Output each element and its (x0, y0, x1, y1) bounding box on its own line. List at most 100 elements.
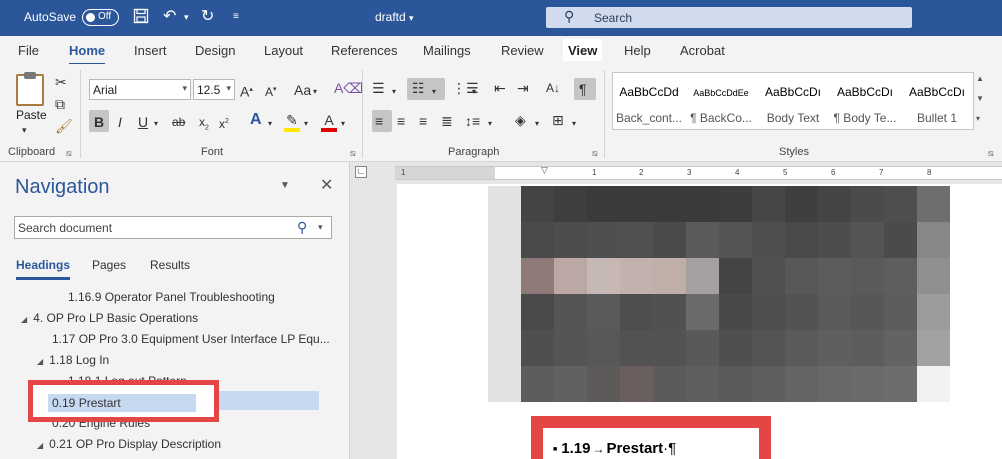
paste-icon[interactable] (16, 72, 44, 106)
style-body-te[interactable]: AaBbCcDı ¶ Body Te... (829, 73, 901, 129)
nav-search-input[interactable]: Search document ⚲ ▾ (14, 216, 332, 239)
save-icon[interactable] (133, 8, 149, 29)
styles-launcher-icon[interactable]: ⧅ (988, 148, 994, 159)
chevron-down-icon[interactable]: ▼ (280, 180, 290, 191)
undo-icon[interactable]: ↶ (163, 8, 176, 26)
underline-icon[interactable]: U (138, 114, 148, 130)
document-heading[interactable]: ■ 1.19 → Prestart·¶ (553, 440, 676, 457)
clear-formatting-icon[interactable]: A⌫ (334, 80, 363, 96)
font-color-icon[interactable]: A (321, 112, 337, 132)
tab-insert[interactable]: Insert (134, 43, 167, 58)
style-backco[interactable]: AaBbCcDdEe ¶ BackCo... (685, 73, 757, 129)
customize-quick-access-icon[interactable]: ≡ (233, 8, 239, 26)
mosaic-cell (917, 366, 950, 402)
chevron-down-icon[interactable]: ▾ (572, 116, 576, 132)
collapse-triangle-icon[interactable]: ◢ (21, 315, 27, 324)
style-body-text[interactable]: AaBbCcDı Body Text (757, 73, 829, 129)
chevron-down-icon[interactable]: ▾ (432, 84, 436, 100)
superscript-icon[interactable]: x2 (219, 114, 229, 132)
nav-heading-item[interactable]: ◢ 0.21 OP Pro Display Description (37, 437, 221, 451)
indent-marker-icon[interactable]: ▽ (541, 165, 548, 176)
decrease-indent-icon[interactable]: ⇤ (494, 80, 506, 96)
chevron-down-icon[interactable]: ▾ (154, 116, 158, 132)
tab-file[interactable]: File (18, 43, 39, 58)
chevron-down-icon[interactable]: ▾ (392, 84, 396, 100)
cut-icon[interactable]: ✂ (55, 74, 67, 90)
chevron-down-icon[interactable]: ▾ (313, 84, 317, 100)
paragraph-launcher-icon[interactable]: ⧅ (592, 148, 598, 159)
tab-references[interactable]: References (331, 43, 397, 58)
scroll-up-icon[interactable]: ▲ (976, 74, 984, 83)
paste-button-label[interactable]: Paste (16, 108, 47, 122)
align-left-icon[interactable]: ≡ (375, 113, 383, 129)
highlight-icon[interactable]: ✎ (284, 112, 300, 132)
chevron-down-icon[interactable]: ▾ (488, 116, 492, 132)
redo-icon[interactable]: ↻ (201, 8, 214, 26)
bullets-icon[interactable]: ☰ (372, 80, 385, 96)
copy-icon[interactable]: ⧉ (55, 96, 65, 112)
italic-icon[interactable]: I (118, 114, 122, 130)
shading-icon[interactable]: ◈ (515, 112, 526, 128)
sort-icon[interactable]: A↓ (546, 80, 560, 96)
text-effects-icon[interactable]: A (250, 112, 262, 128)
tab-view[interactable]: View (563, 39, 603, 61)
change-case-icon[interactable]: Aa (294, 82, 311, 98)
tab-acrobat[interactable]: Acrobat (680, 43, 725, 58)
font-name-box[interactable]: Arial ▾ (89, 79, 191, 100)
nav-heading-item[interactable]: ◢ 4. OP Pro LP Basic Operations (21, 311, 198, 325)
undo-dropdown-icon[interactable]: ▾ (184, 8, 189, 26)
chevron-down-icon[interactable]: ▾ (268, 116, 272, 132)
scroll-down-icon[interactable]: ▼ (976, 94, 984, 103)
line-spacing-icon[interactable]: ↕≡ (465, 113, 480, 129)
nav-tab-headings[interactable]: Headings (16, 258, 71, 280)
nav-heading-item[interactable]: 1.17 OP Pro 3.0 Equipment User Interface… (52, 332, 330, 346)
bold-icon[interactable]: B (94, 114, 104, 130)
nav-tab-pages[interactable]: Pages (92, 258, 126, 272)
search-icon[interactable]: ⚲ (297, 219, 307, 236)
style-bullet-1[interactable]: AaBbCcDı Bullet 1 (901, 73, 973, 129)
nav-heading-item[interactable]: ◢ 1.18 Log In (37, 353, 109, 367)
nav-heading-item[interactable]: 1.16.9 Operator Panel Troubleshooting (68, 290, 275, 304)
font-size-box[interactable]: 12.5 ▾ (193, 79, 235, 100)
document-title[interactable]: draftd ▾ (375, 10, 414, 24)
chevron-down-icon[interactable]: ▾ (304, 116, 308, 132)
justify-icon[interactable]: ≣ (441, 113, 453, 129)
tab-layout[interactable]: Layout (264, 43, 303, 58)
search-box[interactable]: ⚲ Search (546, 7, 912, 28)
chevron-down-icon[interactable]: ▾ (341, 116, 345, 132)
chevron-down-icon[interactable]: ▾ (472, 84, 476, 100)
subscript-icon[interactable]: x2 (199, 114, 209, 136)
tab-review[interactable]: Review (501, 43, 544, 58)
styles-scroll[interactable]: ▲ ▼ ▾ (976, 72, 990, 130)
tab-help[interactable]: Help (624, 43, 651, 58)
font-launcher-icon[interactable]: ⧅ (350, 148, 356, 159)
paste-dropdown-icon[interactable]: ▾ (22, 122, 27, 138)
increase-indent-icon[interactable]: ⇥ (517, 80, 529, 96)
shrink-font-icon[interactable]: A▾ (265, 82, 277, 100)
borders-icon[interactable]: ⊞ (552, 112, 564, 128)
horizontal-ruler[interactable]: 1 1 2 3 4 5 6 7 8 ▽ (395, 165, 1002, 180)
style-back-cont[interactable]: AaBbCcDd Back_cont... (613, 73, 685, 129)
collapse-triangle-icon[interactable]: ◢ (37, 357, 43, 366)
tab-home[interactable]: Home (69, 43, 106, 66)
pilcrow-icon[interactable]: ¶ (579, 81, 587, 97)
collapse-triangle-icon[interactable]: ◢ (37, 441, 43, 450)
format-painter-icon[interactable]: 🖌 (55, 118, 73, 134)
grow-font-icon[interactable]: A▴ (240, 82, 253, 100)
strikethrough-icon[interactable]: ab (172, 114, 185, 130)
nav-heading-item-selected[interactable]: 0.19 Prestart (48, 394, 196, 412)
chevron-down-icon[interactable]: ▾ (318, 222, 323, 233)
align-center-icon[interactable]: ≡ (397, 113, 405, 129)
numbering-icon[interactable]: ☷ (412, 80, 425, 96)
tab-mailings[interactable]: Mailings (423, 43, 471, 58)
align-right-icon[interactable]: ≡ (419, 113, 427, 129)
chevron-down-icon[interactable]: ▾ (535, 116, 539, 132)
close-icon[interactable]: ✕ (320, 175, 333, 195)
tab-design[interactable]: Design (195, 43, 235, 58)
autosave-toggle[interactable]: Off (82, 9, 119, 26)
mosaic-cell (521, 366, 554, 402)
more-styles-icon[interactable]: ▾ (976, 114, 980, 123)
nav-tab-results[interactable]: Results (150, 258, 190, 272)
tab-selector-icon[interactable]: ∟ (355, 166, 367, 178)
clipboard-launcher-icon[interactable]: ⧅ (66, 148, 72, 159)
